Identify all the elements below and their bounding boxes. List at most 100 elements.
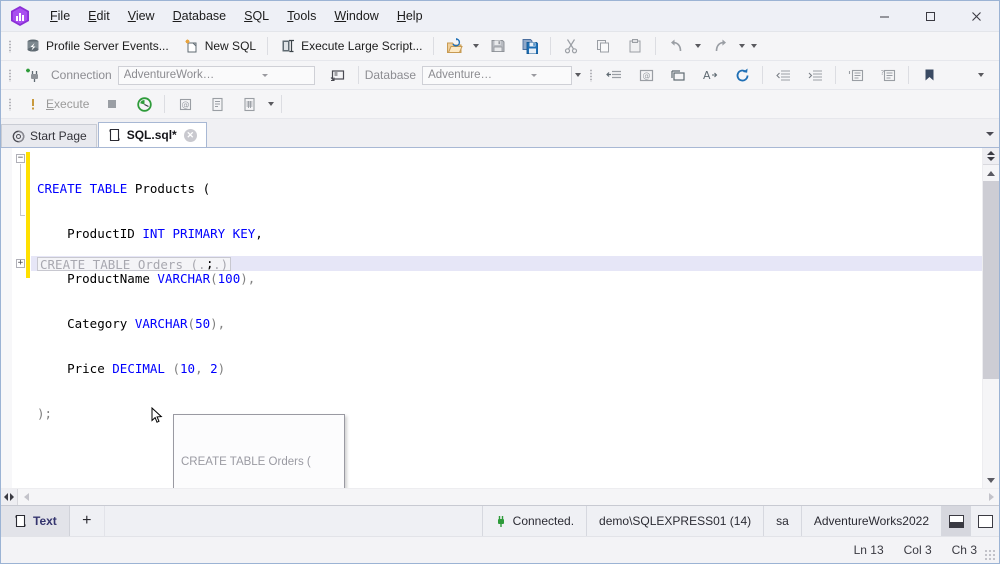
code-line-2: ProductID INT PRIMARY KEY,	[37, 226, 263, 241]
connection-properties-icon	[329, 66, 347, 84]
split-horizontal-icon[interactable]	[941, 506, 970, 536]
menu-item-view[interactable]: View	[119, 3, 164, 29]
split-view-horizontal-button[interactable]	[1, 489, 18, 505]
rename-button[interactable]	[663, 63, 693, 87]
uncomment-button[interactable]: ?	[873, 63, 903, 87]
menu-item-edit[interactable]: Edit	[79, 3, 119, 29]
results-tab-label: Text	[33, 514, 57, 528]
new-connection-button[interactable]	[18, 63, 48, 87]
menu-item-tools[interactable]: Tools	[278, 3, 325, 29]
text-results-icon	[13, 512, 27, 530]
tab-overflow-icon[interactable]	[981, 121, 999, 147]
profile-server-events-button[interactable]: Profile Server Events...	[18, 34, 175, 58]
results-to-text-button[interactable]	[202, 92, 232, 116]
execute-large-script-button[interactable]: Execute Large Script...	[273, 34, 428, 58]
scroll-left-button[interactable]	[18, 489, 34, 505]
unsaved-changes-bar	[26, 152, 30, 278]
paste-button[interactable]	[620, 34, 650, 58]
minimize-icon[interactable]	[861, 1, 907, 31]
copy-button[interactable]	[588, 34, 618, 58]
toolbar-grip[interactable]	[6, 95, 14, 113]
editor-horizontal-scrollbar[interactable]	[1, 488, 999, 505]
save-button[interactable]	[483, 34, 513, 58]
editor-vertical-scrollbar[interactable]	[982, 148, 999, 488]
profile-server-events-label: Profile Server Events...	[46, 39, 169, 53]
toolbar-separator	[357, 66, 359, 84]
tab-sql-file[interactable]: SQL.sql* ✕	[97, 122, 207, 147]
execute-button[interactable]: Execute	[18, 92, 95, 116]
results-dropdown[interactable]	[265, 93, 277, 115]
sql-editor[interactable]: − + CREATE TABLE Products ( ProductID IN…	[1, 148, 982, 488]
results-to-file-button[interactable]	[234, 92, 264, 116]
redo-icon	[711, 37, 729, 55]
comment-button[interactable]	[841, 63, 871, 87]
execute-label: Execute	[46, 97, 90, 111]
new-sql-button[interactable]: New SQL	[177, 34, 262, 58]
close-icon[interactable]	[953, 1, 999, 31]
fold-toggle-expanded[interactable]: −	[16, 154, 25, 163]
database-label: Database	[364, 68, 417, 82]
bookmark-button[interactable]	[914, 63, 944, 87]
fold-guide-line	[20, 164, 21, 215]
connection-label: Connection	[51, 68, 112, 82]
redo-dropdown[interactable]	[736, 35, 748, 57]
toolbar-overflow[interactable]	[748, 35, 760, 57]
toolbar-grip[interactable]	[587, 66, 595, 84]
toolbar-grip[interactable]	[6, 37, 14, 55]
results-to-grid-button[interactable]: @	[170, 92, 200, 116]
database-dropdown[interactable]	[572, 64, 584, 86]
redo-button[interactable]	[705, 34, 735, 58]
scroll-right-button[interactable]	[983, 489, 999, 505]
menu-item-help[interactable]: Help	[388, 3, 432, 29]
tab-start-page[interactable]: Start Page	[1, 124, 97, 147]
decrease-indent-button[interactable]	[768, 63, 798, 87]
maximize-icon[interactable]	[907, 1, 953, 31]
execution-plan-button[interactable]	[129, 92, 159, 116]
add-results-tab-button[interactable]: +	[70, 506, 105, 536]
comment-icon	[847, 66, 865, 84]
find-replace-button[interactable]: A	[695, 63, 725, 87]
menu-item-database[interactable]: Database	[164, 3, 236, 29]
split-view-vertical-button[interactable]	[983, 148, 999, 165]
toolbar-separator	[762, 66, 764, 84]
sql-file-icon	[108, 126, 122, 144]
undo-dropdown[interactable]	[692, 35, 704, 57]
vertical-scroll-thumb[interactable]	[983, 181, 999, 379]
connection-toolbar: Connection AdventureWorks2022.demo\SQLE.…	[1, 61, 999, 90]
open-file-button[interactable]	[439, 34, 469, 58]
toolbar-grip[interactable]	[6, 66, 14, 84]
menu-item-sql[interactable]: SQL	[235, 3, 278, 29]
scroll-down-button[interactable]	[983, 472, 999, 488]
connection-combo[interactable]: AdventureWorks2022.demo\SQLE...	[117, 65, 315, 85]
window-controls	[861, 1, 999, 31]
menu-item-file[interactable]: FFileile	[41, 3, 79, 29]
document-tab-strip: Start Page SQL.sql* ✕	[1, 119, 999, 148]
database-combo[interactable]: AdventureWorks2022	[422, 65, 573, 85]
undo-button[interactable]	[661, 34, 691, 58]
increase-indent-button[interactable]	[800, 63, 830, 87]
folding-margin	[12, 148, 26, 488]
bookmark-dropdown[interactable]	[975, 64, 987, 86]
code-line-3: ProductName VARCHAR(100),	[37, 271, 256, 286]
tab-close-icon[interactable]: ✕	[183, 128, 197, 142]
resize-grip[interactable]	[984, 549, 996, 561]
stop-button[interactable]	[97, 92, 127, 116]
refresh-button[interactable]	[727, 63, 757, 87]
open-file-dropdown[interactable]	[470, 35, 482, 57]
scroll-up-button[interactable]	[983, 165, 999, 181]
connection-properties-button[interactable]	[323, 63, 353, 87]
chevron-down-icon	[499, 74, 570, 77]
results-bar-filler	[105, 506, 482, 536]
save-all-button[interactable]	[515, 34, 545, 58]
format-sql-button[interactable]	[599, 63, 629, 87]
toolbar-separator	[655, 37, 657, 55]
single-pane-icon[interactable]	[970, 506, 999, 536]
results-tab-text[interactable]: Text	[1, 506, 70, 536]
menu-item-window[interactable]: Window	[325, 3, 387, 29]
collapsed-region[interactable]: CREATE TABLE Orders (...)	[37, 257, 232, 272]
object-info-button[interactable]: @	[631, 63, 661, 87]
fold-toggle-collapsed[interactable]: +	[16, 259, 25, 268]
cut-button[interactable]	[556, 34, 586, 58]
refresh-icon	[733, 66, 751, 84]
code-line-1: CREATE TABLE Products (	[37, 181, 211, 196]
